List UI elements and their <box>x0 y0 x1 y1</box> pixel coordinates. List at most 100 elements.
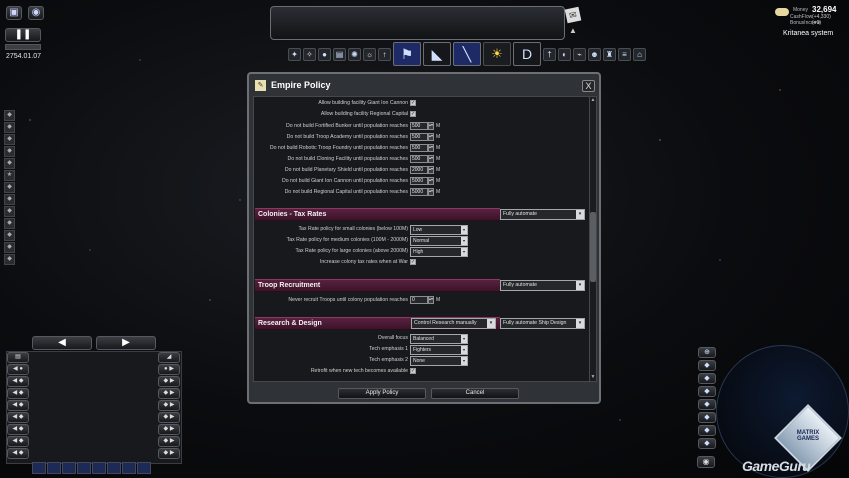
ship-design-icon[interactable]: ╲ <box>453 42 481 66</box>
spinner-icon[interactable]: ▴▾ <box>428 144 434 152</box>
close-button[interactable]: X <box>582 80 595 92</box>
troop-icon[interactable]: ♜ <box>603 47 616 61</box>
filter-icon[interactable]: ◆ ▶ <box>158 448 180 459</box>
flags-icon[interactable]: ⚑ <box>393 42 421 66</box>
tab-button[interactable] <box>32 462 46 474</box>
spinner-icon[interactable]: ▴▾ <box>428 188 434 196</box>
tab-button[interactable] <box>62 462 76 474</box>
prev-arrow-icon[interactable]: ◀ <box>32 336 92 350</box>
policy-checkbox[interactable]: ✓ <box>410 111 416 117</box>
spinner-icon[interactable]: ▴▾ <box>428 133 434 141</box>
population-input[interactable]: 500 <box>410 133 428 141</box>
ship-small-icon[interactable]: ▲ <box>566 26 580 38</box>
sun-icon[interactable]: ☼ <box>363 47 376 61</box>
filter-icon[interactable]: ◆ ▶ <box>158 388 180 399</box>
crowd-icon[interactable]: ☻ <box>588 47 601 61</box>
left-icon[interactable]: ◆ <box>4 182 15 193</box>
filter-icon[interactable]: ◆ ▶ <box>158 376 180 387</box>
tax-rate-select[interactable]: Low ▾ <box>410 225 468 235</box>
filter-icon[interactable]: ◀ ◆ <box>7 436 29 447</box>
research-icon[interactable]: D <box>513 42 541 66</box>
tab-button[interactable] <box>122 462 136 474</box>
zoom-icon[interactable]: ◢ <box>158 352 180 363</box>
spinner-icon[interactable]: ▴▾ <box>428 166 434 174</box>
filter-icon[interactable]: ◀ ◆ <box>7 412 29 423</box>
left-icon[interactable]: ◆ <box>4 218 15 229</box>
filter-icon[interactable]: ◀ ◆ <box>7 400 29 411</box>
gear-icon[interactable]: ✺ <box>348 47 361 61</box>
apply-policy-button[interactable]: Apply Policy <box>338 388 426 399</box>
filter-icon[interactable]: ◀ ◆ <box>7 388 29 399</box>
population-input[interactable]: 500 <box>410 122 428 130</box>
minimap-toggle-icon[interactable]: ◉ <box>697 456 715 468</box>
population-input[interactable]: 5000 <box>410 177 428 185</box>
left-icon[interactable]: ◆ <box>4 230 15 241</box>
scroll-down-icon[interactable]: ▼ <box>590 374 596 380</box>
tax-automation-select[interactable]: Fully automate ▾ <box>500 209 585 220</box>
spinner-icon[interactable]: ▴▾ <box>428 155 434 163</box>
scroll-thumb[interactable] <box>590 212 596 282</box>
filter-icon[interactable]: ◆ ▶ <box>158 412 180 423</box>
filter-icon[interactable]: ◆ <box>698 373 716 384</box>
message-icon[interactable]: ✉ <box>564 6 582 24</box>
population-input[interactable]: 5000 <box>410 188 428 196</box>
left-icon[interactable]: ◆ <box>4 242 15 253</box>
filter-icon[interactable]: ◆ <box>698 438 716 449</box>
left-icon[interactable]: ◆ <box>4 146 15 157</box>
filter-icon[interactable]: ◀ ◆ <box>7 424 29 435</box>
filter-icon[interactable]: ◀ ◆ <box>7 448 29 459</box>
left-icon[interactable]: ◆ <box>4 254 15 265</box>
research-focus-select[interactable]: Balanced ▾ <box>410 334 468 344</box>
document-icon[interactable]: ▤ <box>333 47 346 61</box>
filter-icon[interactable]: ◆ <box>698 360 716 371</box>
bulb-icon[interactable]: ☀ <box>483 42 511 66</box>
tab-button[interactable] <box>77 462 91 474</box>
planet-icon[interactable]: ● <box>318 47 331 61</box>
ship-icon[interactable]: ◣ <box>423 42 451 66</box>
lock-icon[interactable]: ▤ <box>7 352 29 363</box>
planet-filter-icon[interactable]: ◀ ● <box>7 364 29 375</box>
home-icon[interactable]: ⌂ <box>633 47 646 61</box>
wrench-icon[interactable]: ✦ <box>288 47 301 61</box>
filter-icon[interactable]: ◆ <box>698 412 716 423</box>
planet2-icon[interactable]: ◐ <box>558 47 571 61</box>
troop-population-input[interactable]: 0 <box>410 296 428 304</box>
filter-icon[interactable]: ◆ ▶ <box>158 436 180 447</box>
research-control-select[interactable]: Control Research manually ▾ <box>411 318 496 329</box>
zoom-in-icon[interactable]: ⊕ <box>698 347 716 358</box>
left-icon[interactable]: ◆ <box>4 158 15 169</box>
policy-checkbox[interactable]: ✓ <box>410 100 416 106</box>
filter-icon[interactable]: ◆ ▶ <box>158 400 180 411</box>
troop-automation-select[interactable]: Fully automate ▾ <box>500 280 585 291</box>
tab-button[interactable] <box>47 462 61 474</box>
scroll-up-icon[interactable]: ▲ <box>590 97 596 103</box>
tab-button[interactable] <box>107 462 121 474</box>
spinner-icon[interactable]: ▴▾ <box>428 296 434 304</box>
cancel-button[interactable]: Cancel <box>431 388 519 399</box>
ship-design-select[interactable]: Fully automate Ship Design ▾ <box>500 318 585 329</box>
message-bar[interactable] <box>270 6 565 40</box>
camera-icon[interactable]: ▣ <box>6 6 22 20</box>
eye-icon[interactable]: ◉ <box>28 6 44 20</box>
tax-rate-select[interactable]: Normal ▾ <box>410 236 468 246</box>
population-input[interactable]: 500 <box>410 155 428 163</box>
spinner-icon[interactable]: ▴▾ <box>428 122 434 130</box>
fleet-icon[interactable]: ≡ <box>618 47 631 61</box>
filter-icon[interactable]: ◆ <box>698 386 716 397</box>
population-input[interactable]: 2000 <box>410 166 428 174</box>
left-icon[interactable]: ◆ <box>4 134 15 145</box>
left-icon[interactable]: ◆ <box>4 206 15 217</box>
filter-icon[interactable]: ◆ <box>698 425 716 436</box>
left-icon[interactable]: ★ <box>4 170 15 181</box>
retrofit-checkbox[interactable]: ✓ <box>410 368 416 374</box>
star-icon[interactable]: ✧ <box>303 47 316 61</box>
filter-icon[interactable]: ◆ <box>698 399 716 410</box>
ship2-icon[interactable]: ⌁ <box>573 47 586 61</box>
sword-icon[interactable]: † <box>543 47 556 61</box>
tech-emphasis-select[interactable]: None ▾ <box>410 356 468 366</box>
spinner-icon[interactable]: ▴▾ <box>428 177 434 185</box>
filter-icon[interactable]: ◆ ▶ <box>158 424 180 435</box>
left-icon[interactable]: ◆ <box>4 194 15 205</box>
next-arrow-icon[interactable]: ▶ <box>96 336 156 350</box>
rocket-icon[interactable]: ↑ <box>378 47 391 61</box>
